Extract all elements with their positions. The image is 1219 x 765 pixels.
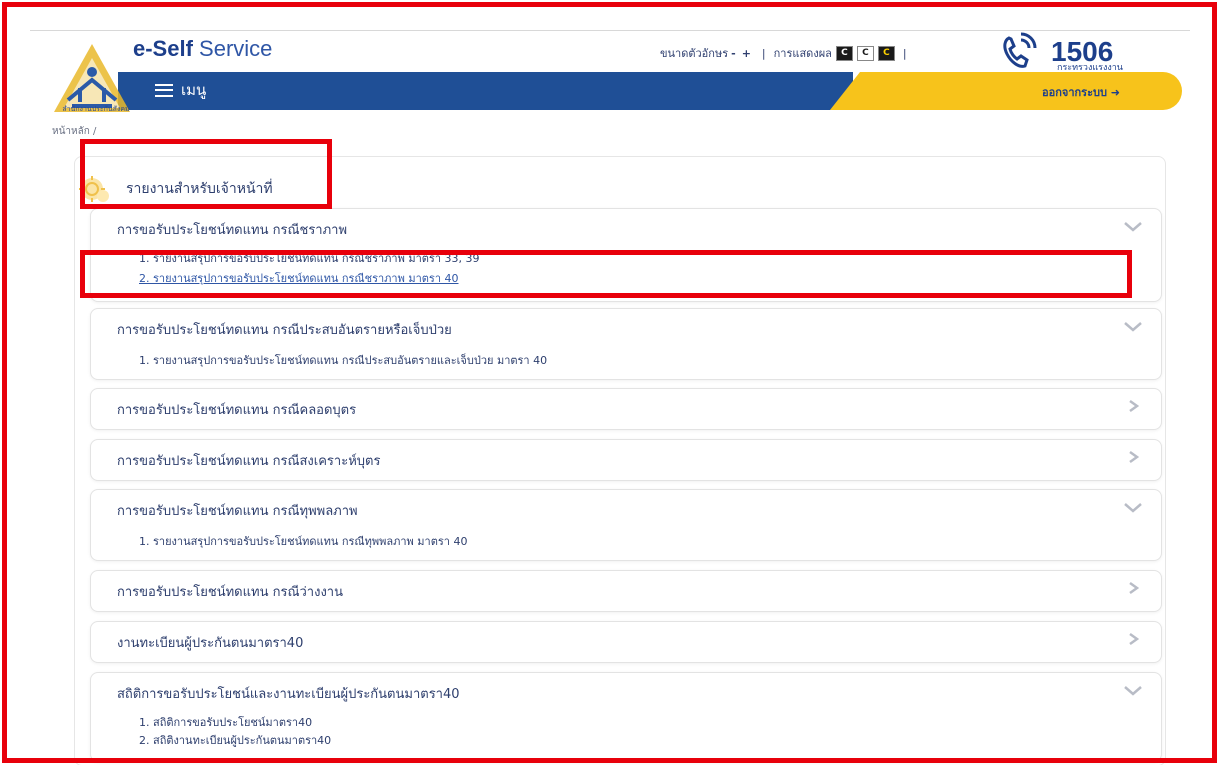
nav-bar xyxy=(118,72,853,110)
chevron-right-icon[interactable] xyxy=(1123,450,1143,464)
accordion-childbirth[interactable]: การขอรับประโยชน์ทดแทน กรณีคลอดบุตร xyxy=(90,388,1162,430)
chevron-down-icon[interactable] xyxy=(1123,219,1143,233)
accordion-disability: การขอรับประโยชน์ทดแทน กรณีทุพพลภาพ 1. รา… xyxy=(90,489,1162,561)
display-label: การแสดงผล xyxy=(773,47,832,60)
hamburger-icon xyxy=(155,83,173,97)
accordion-unemployment[interactable]: การขอรับประโยชน์ทดแทน กรณีว่างงาน xyxy=(90,570,1162,612)
accessibility-tools: ขนาดตัวอักษร - + | การแสดงผล C C C | xyxy=(660,44,915,62)
chevron-right-icon[interactable] xyxy=(1123,632,1143,646)
accordion-title[interactable]: สถิติการขอรับประโยชน์และงานทะเบียนผู้ประ… xyxy=(117,683,460,704)
accordion-title[interactable]: การขอรับประโยชน์ทดแทน กรณีประสบอันตรายหร… xyxy=(117,319,452,340)
contrast-dark-button[interactable]: C xyxy=(835,45,853,61)
report-link[interactable]: 1. สถิติการขอรับประโยชน์มาตรา40 xyxy=(139,713,312,731)
hotline-caption: กระทรวงแรงงาน xyxy=(1057,63,1123,73)
font-size-label: ขนาดตัวอักษร xyxy=(660,47,729,60)
accordion-injury: การขอรับประโยชน์ทดแทน กรณีประสบอันตรายหร… xyxy=(90,308,1162,380)
chevron-right-icon[interactable] xyxy=(1123,581,1143,595)
phone-icon xyxy=(1003,32,1037,68)
font-decrease-button[interactable]: - xyxy=(731,47,736,60)
accordion-title[interactable]: การขอรับประโยชน์ทดแทน กรณีทุพพลภาพ xyxy=(117,500,358,521)
logout-button[interactable]: ออกจากระบบ ➜ xyxy=(1042,83,1120,101)
accordion-title[interactable]: การขอรับประโยชน์ทดแทน กรณีสงเคราะห์บุตร xyxy=(117,450,380,471)
brand-light: Service xyxy=(192,36,273,61)
chevron-right-icon[interactable] xyxy=(1123,399,1143,413)
highlight-section-title xyxy=(80,139,332,209)
separator: | xyxy=(761,46,766,60)
brand-bold: e-Self xyxy=(133,36,193,61)
menu-button[interactable]: เมนู xyxy=(155,78,206,102)
contrast-yellow-button[interactable]: C xyxy=(877,45,895,61)
hotline[interactable]: 1506 กระทรวงแรงงาน xyxy=(995,30,1123,74)
breadcrumb[interactable]: หน้าหลัก / xyxy=(52,124,96,139)
menu-label: เมนู xyxy=(181,81,207,99)
brand-title[interactable]: e-Self Service xyxy=(133,36,272,62)
accordion-title[interactable]: การขอรับประโยชน์ทดแทน กรณีชราภาพ xyxy=(117,219,347,240)
accordion-title[interactable]: การขอรับประโยชน์ทดแทน กรณีว่างงาน xyxy=(117,581,343,602)
contrast-light-button[interactable]: C xyxy=(856,45,874,61)
report-link[interactable]: 1. รายงานสรุปการขอรับประโยชน์ทดแทน กรณีป… xyxy=(139,351,547,369)
chevron-down-icon[interactable] xyxy=(1123,683,1143,697)
report-link[interactable]: 1. รายงานสรุปการขอรับประโยชน์ทดแทน กรณีท… xyxy=(139,532,467,550)
separator: | xyxy=(902,46,907,60)
accordion-title[interactable]: งานทะเบียนผู้ประกันตนมาตรา40 xyxy=(117,632,303,653)
accordion-registration[interactable]: งานทะเบียนผู้ประกันตนมาตรา40 xyxy=(90,621,1162,663)
chevron-down-icon[interactable] xyxy=(1123,500,1143,514)
accordion-child-allowance[interactable]: การขอรับประโยชน์ทดแทน กรณีสงเคราะห์บุตร xyxy=(90,439,1162,481)
font-increase-button[interactable]: + xyxy=(742,47,751,60)
accordion-statistics: สถิติการขอรับประโยชน์และงานทะเบียนผู้ประ… xyxy=(90,672,1162,762)
accordion-title[interactable]: การขอรับประโยชน์ทดแทน กรณีคลอดบุตร xyxy=(117,399,356,420)
highlight-report-link xyxy=(80,250,1132,298)
page: สำนักงานประกันสังคม e-Self Service ขนาดต… xyxy=(30,8,1190,765)
chevron-down-icon[interactable] xyxy=(1123,319,1143,333)
report-link[interactable]: 2. สถิติงานทะเบียนผู้ประกันตนมาตรา40 xyxy=(139,731,331,749)
logo-caption: สำนักงานประกันสังคม xyxy=(62,105,130,113)
nav-bar-accent xyxy=(830,72,1182,110)
